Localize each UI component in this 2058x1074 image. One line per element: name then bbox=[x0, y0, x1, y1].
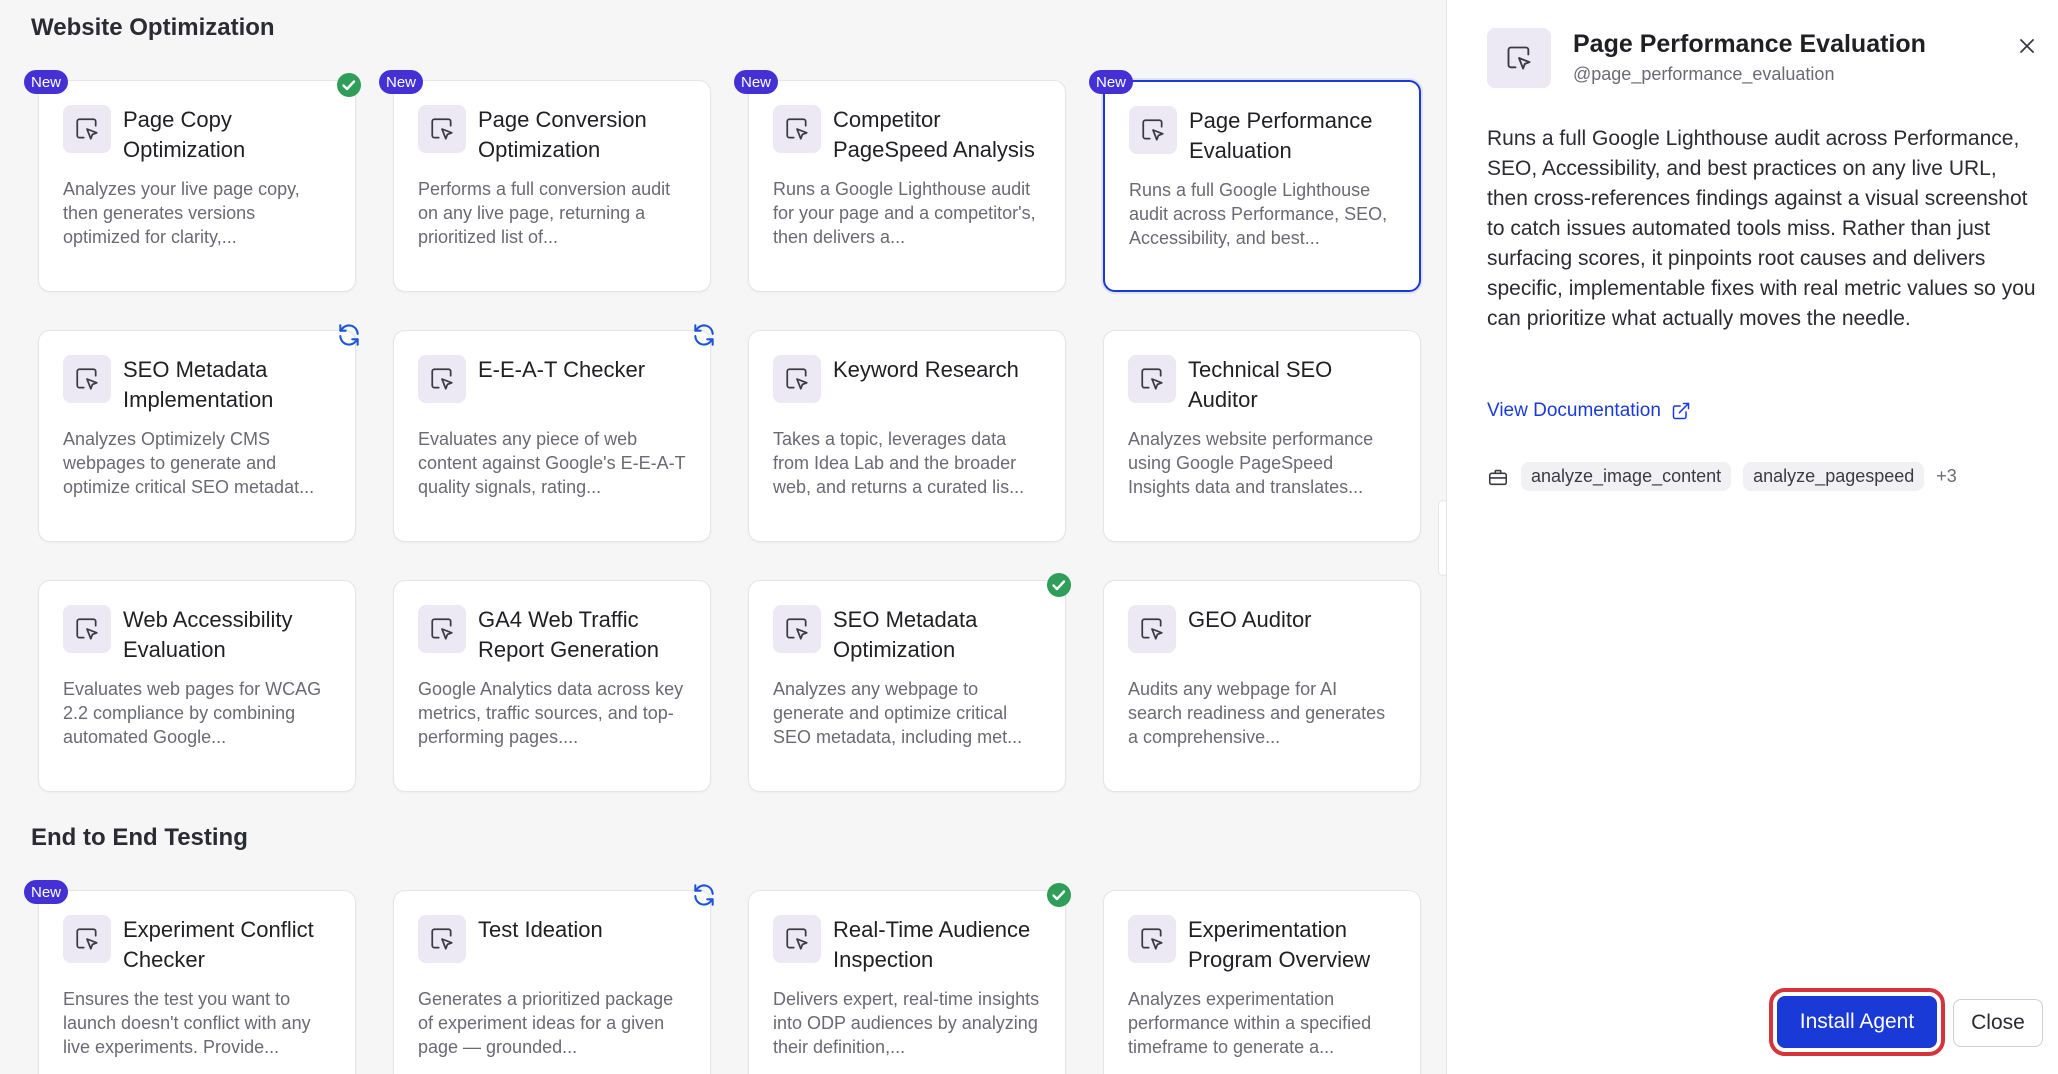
check-circle-icon bbox=[1046, 882, 1072, 908]
agent-card-title: Web Accessibility Evaluation bbox=[123, 607, 293, 662]
external-link-icon bbox=[1672, 402, 1690, 420]
agent-card-description: Delivers expert, real-time insights into… bbox=[773, 989, 1040, 1057]
agent-card-title: Technical SEO Auditor bbox=[1188, 357, 1333, 412]
agent-card[interactable]: GEO Auditor Audits any webpage for AI sea… bbox=[1103, 580, 1421, 792]
agent-card[interactable]: Keyword Research Takes a topic, leverages… bbox=[748, 330, 1066, 542]
agent-card-description: Analyzes Optimizely CMS webpages to gene… bbox=[63, 429, 315, 497]
agent-card-title: GA4 Web Traffic Report Generation bbox=[478, 607, 659, 662]
agent-card-description: Google Analytics data across key metrics… bbox=[418, 679, 684, 747]
cursor-click-icon bbox=[773, 605, 821, 653]
agent-card-description: Generates a prioritized package of exper… bbox=[418, 989, 674, 1057]
agent-handle: @page_performance_evaluation bbox=[1573, 64, 1835, 84]
cursor-click-icon bbox=[418, 355, 466, 403]
agent-card-description: Analyzes website performance using Googl… bbox=[1128, 429, 1374, 497]
cursor-click-icon bbox=[418, 915, 466, 963]
agent-card-title: Keyword Research bbox=[833, 357, 1019, 382]
agent-card-description: Analyzes experimentation performance wit… bbox=[1128, 989, 1372, 1057]
new-badge: New bbox=[1089, 70, 1133, 94]
cursor-click-icon bbox=[418, 105, 466, 153]
agent-catalog: Website Optimization Page Copy Optimizati… bbox=[0, 0, 1442, 1074]
agent-card[interactable]: SEO Metadata Optimization Analyzes any we… bbox=[748, 580, 1066, 792]
agent-card[interactable]: Technical SEO Auditor Analyzes website pe… bbox=[1103, 330, 1421, 542]
cursor-click-icon bbox=[418, 605, 466, 653]
cursor-click-icon bbox=[1128, 355, 1176, 403]
agent-card-description: Performs a full conversion audit on any … bbox=[418, 179, 671, 247]
agent-card[interactable]: Test Ideation Generates a prioritized pac… bbox=[393, 890, 711, 1074]
tool-chip: analyze_pagespeed bbox=[1743, 462, 1925, 491]
agent-card-title: Competitor PageSpeed Analysis bbox=[833, 107, 1035, 162]
agent-card-title: Page Performance Evaluation bbox=[1189, 108, 1373, 163]
agent-card-title: GEO Auditor bbox=[1188, 607, 1312, 632]
agent-description: Runs a full Google Lighthouse audit acro… bbox=[1487, 127, 2036, 330]
cursor-click-icon bbox=[1129, 106, 1177, 154]
agent-card-description: Takes a topic, leverages data from Idea … bbox=[773, 429, 1025, 497]
view-documentation-link[interactable]: View Documentation bbox=[1487, 400, 1691, 422]
agent-card-title: Experimentation Program Overview bbox=[1188, 917, 1371, 972]
toolbox-icon bbox=[1488, 469, 1508, 485]
doc-link-label: View Documentation bbox=[1487, 400, 1661, 421]
agent-icon bbox=[1487, 28, 1551, 88]
refresh-icon bbox=[691, 882, 717, 908]
refresh-icon bbox=[336, 322, 362, 348]
agent-card[interactable]: Competitor PageSpeed Analysis Runs a Goog… bbox=[748, 80, 1066, 292]
tools-list: analyze_image_content analyze_pagespeed … bbox=[1487, 462, 1957, 491]
agent-card-title: SEO Metadata Optimization bbox=[833, 607, 978, 662]
agent-card-description: Analyzes your live page copy, then gener… bbox=[63, 179, 300, 247]
agent-card-description: Ensures the test you want to launch does… bbox=[63, 989, 311, 1057]
cursor-click-icon bbox=[773, 915, 821, 963]
cursor-click-icon bbox=[773, 105, 821, 153]
section-title: Website Optimization bbox=[31, 14, 275, 41]
agent-card[interactable]: Experiment Conflict Checker Ensures the t… bbox=[38, 890, 356, 1074]
tool-chip: analyze_image_content bbox=[1521, 462, 1732, 491]
agent-card[interactable]: Page Performance Evaluation Runs a full G… bbox=[1103, 80, 1421, 292]
agent-card[interactable]: Web Accessibility Evaluation Evaluates we… bbox=[38, 580, 356, 792]
cursor-click-icon bbox=[63, 355, 111, 403]
agent-card-description: Audits any webpage for AI search readine… bbox=[1128, 679, 1386, 747]
agent-card-title: Page Conversion Optimization bbox=[478, 107, 647, 162]
agent-card-title: Page Copy Optimization bbox=[123, 107, 246, 162]
agent-card-description: Evaluates any piece of web content again… bbox=[418, 429, 686, 497]
check-circle-icon bbox=[336, 72, 362, 98]
cursor-click-icon bbox=[1128, 605, 1176, 653]
agent-card[interactable]: SEO Metadata Implementation Analyzes Opti… bbox=[38, 330, 356, 542]
cursor-click-icon bbox=[773, 355, 821, 403]
agent-card-description: Runs a Google Lighthouse audit for your … bbox=[773, 179, 1036, 247]
agent-card-title: SEO Metadata Implementation bbox=[123, 357, 274, 412]
section-title: End to End Testing bbox=[31, 824, 248, 851]
new-badge: New bbox=[734, 70, 778, 94]
agent-card[interactable]: Page Conversion Optimization Performs a f… bbox=[393, 80, 711, 292]
tools-more-count[interactable]: +3 bbox=[1936, 466, 1957, 487]
cursor-click-icon bbox=[63, 605, 111, 653]
agent-card[interactable]: GA4 Web Traffic Report Generation Google … bbox=[393, 580, 711, 792]
agent-card[interactable]: E-E-A-T Checker Evaluates any piece of we… bbox=[393, 330, 711, 542]
close-button[interactable]: Close bbox=[1953, 999, 2043, 1047]
agent-card-description: Runs a full Google Lighthouse audit acro… bbox=[1129, 180, 1388, 248]
agent-card[interactable]: Page Copy Optimization Analyzes your live… bbox=[38, 80, 356, 292]
agent-card-title: E-E-A-T Checker bbox=[478, 357, 646, 382]
panel-title: Page Performance Evaluation bbox=[1573, 30, 1926, 58]
refresh-icon bbox=[691, 322, 717, 348]
agent-card[interactable]: Real-Time Audience Inspection Delivers ex… bbox=[748, 890, 1066, 1074]
check-circle-icon bbox=[1046, 572, 1072, 598]
agent-card-description: Evaluates web pages for WCAG 2.2 complia… bbox=[63, 679, 322, 747]
install-agent-button[interactable]: Install Agent bbox=[1769, 988, 1945, 1056]
agent-card-title: Test Ideation bbox=[478, 917, 603, 942]
new-badge: New bbox=[379, 70, 423, 94]
close-icon[interactable] bbox=[2013, 32, 2041, 60]
new-badge: New bbox=[24, 70, 68, 94]
cursor-click-icon bbox=[63, 105, 111, 153]
agent-detail-panel: Page Performance Evaluation @page_perfor… bbox=[1446, 0, 2058, 1074]
agent-card-title: Real-Time Audience Inspection bbox=[833, 917, 1031, 972]
agent-card-title: Experiment Conflict Checker bbox=[123, 917, 314, 972]
cursor-click-icon bbox=[1128, 915, 1176, 963]
agent-card[interactable]: Experimentation Program Overview Analyzes… bbox=[1103, 890, 1421, 1074]
new-badge: New bbox=[24, 880, 68, 904]
agent-card-description: Analyzes any webpage to generate and opt… bbox=[773, 679, 1023, 747]
cursor-click-icon bbox=[63, 915, 111, 963]
